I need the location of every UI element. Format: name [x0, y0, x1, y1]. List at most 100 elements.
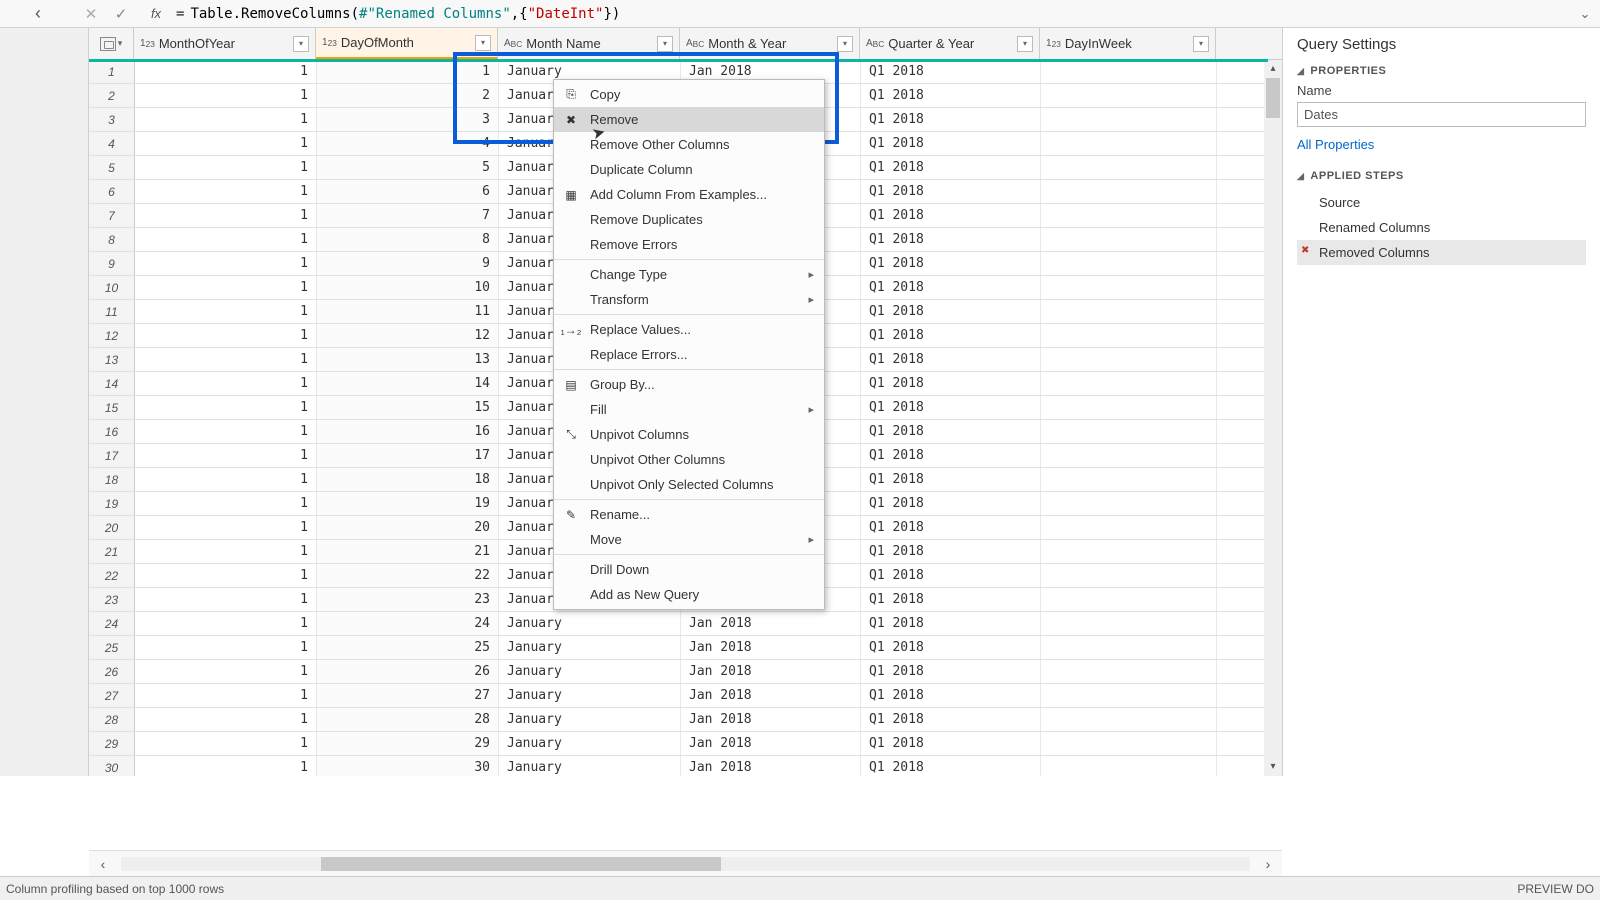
cell[interactable]: 1 — [135, 564, 317, 587]
cell[interactable]: 1 — [135, 444, 317, 467]
menu-item-move[interactable]: Move — [554, 527, 824, 552]
table-row[interactable]: 27127JanuaryJan 2018Q1 2018 — [89, 684, 1282, 708]
cell[interactable]: 22 — [317, 564, 499, 587]
cell[interactable] — [1041, 516, 1217, 539]
cell[interactable] — [1041, 684, 1217, 707]
cell[interactable]: Q1 2018 — [861, 708, 1041, 731]
cell[interactable]: 7 — [317, 204, 499, 227]
cell[interactable] — [1041, 588, 1217, 611]
cell[interactable] — [1041, 60, 1217, 83]
cell[interactable]: Q1 2018 — [861, 516, 1041, 539]
cell[interactable]: Q1 2018 — [861, 420, 1041, 443]
cell[interactable]: 1 — [135, 84, 317, 107]
menu-item-group-by-[interactable]: ▤Group By... — [554, 372, 824, 397]
scroll-thumb[interactable] — [1266, 78, 1280, 118]
cell[interactable]: 1 — [135, 588, 317, 611]
cell[interactable]: Q1 2018 — [861, 324, 1041, 347]
cell[interactable]: Q1 2018 — [861, 684, 1041, 707]
cell[interactable]: 1 — [135, 516, 317, 539]
column-header-monthyear[interactable]: ABC Month & Year ▾ — [680, 28, 860, 59]
table-corner[interactable]: ▾ — [89, 28, 134, 59]
cell[interactable]: Q1 2018 — [861, 60, 1041, 83]
cell[interactable]: 14 — [317, 372, 499, 395]
cell[interactable]: 1 — [135, 636, 317, 659]
cell[interactable]: Q1 2018 — [861, 660, 1041, 683]
cell[interactable]: January — [499, 660, 681, 683]
cell[interactable] — [1041, 324, 1217, 347]
cell[interactable]: 15 — [317, 396, 499, 419]
table-row[interactable]: 24124JanuaryJan 2018Q1 2018 — [89, 612, 1282, 636]
cell[interactable]: Q1 2018 — [861, 84, 1041, 107]
cell[interactable]: 1 — [135, 492, 317, 515]
cell[interactable]: 12 — [317, 324, 499, 347]
accept-formula-button[interactable]: ✓ — [106, 5, 136, 23]
menu-item-remove-duplicates[interactable]: Remove Duplicates — [554, 207, 824, 232]
cell[interactable]: 19 — [317, 492, 499, 515]
cell[interactable] — [1041, 612, 1217, 635]
cell[interactable]: 2 — [317, 84, 499, 107]
cell[interactable]: Q1 2018 — [861, 636, 1041, 659]
vertical-scrollbar[interactable]: ▴ ▾ — [1264, 60, 1282, 776]
cell[interactable]: 16 — [317, 420, 499, 443]
menu-item-add-column-from-examples-[interactable]: ▦Add Column From Examples... — [554, 182, 824, 207]
cell[interactable] — [1041, 444, 1217, 467]
table-row[interactable]: 28128JanuaryJan 2018Q1 2018 — [89, 708, 1282, 732]
cell[interactable]: January — [499, 636, 681, 659]
cell[interactable]: 17 — [317, 444, 499, 467]
cell[interactable] — [1041, 180, 1217, 203]
cell[interactable] — [1041, 636, 1217, 659]
all-properties-link[interactable]: All Properties — [1297, 137, 1586, 152]
cell[interactable]: Q1 2018 — [861, 564, 1041, 587]
cell[interactable]: Q1 2018 — [861, 276, 1041, 299]
cell[interactable]: 8 — [317, 228, 499, 251]
cell[interactable]: 21 — [317, 540, 499, 563]
cell[interactable] — [1041, 132, 1217, 155]
cell[interactable] — [1041, 708, 1217, 731]
cell[interactable]: Q1 2018 — [861, 588, 1041, 611]
cell[interactable]: Q1 2018 — [861, 540, 1041, 563]
cell[interactable]: 1 — [135, 732, 317, 755]
cell[interactable] — [1041, 300, 1217, 323]
cell[interactable] — [1041, 348, 1217, 371]
cell[interactable] — [1041, 84, 1217, 107]
cell[interactable]: 1 — [135, 156, 317, 179]
menu-item-remove-errors[interactable]: Remove Errors — [554, 232, 824, 257]
cell[interactable]: 1 — [317, 60, 499, 83]
cell[interactable] — [1041, 468, 1217, 491]
cell[interactable]: Q1 2018 — [861, 468, 1041, 491]
cell[interactable] — [1041, 660, 1217, 683]
cell[interactable]: Q1 2018 — [861, 180, 1041, 203]
menu-item-unpivot-only-selected-columns[interactable]: Unpivot Only Selected Columns — [554, 472, 824, 497]
menu-item-copy[interactable]: ⎘Copy — [554, 82, 824, 107]
cell[interactable]: 23 — [317, 588, 499, 611]
cell[interactable] — [1041, 276, 1217, 299]
cell[interactable]: 1 — [135, 348, 317, 371]
cell[interactable]: 28 — [317, 708, 499, 731]
cell[interactable] — [1041, 540, 1217, 563]
cell[interactable] — [1041, 372, 1217, 395]
cell[interactable] — [1041, 492, 1217, 515]
formula-input[interactable]: = Table.RemoveColumns(#"Renamed Columns"… — [176, 6, 1570, 22]
menu-item-rename-[interactable]: ✎Rename... — [554, 502, 824, 527]
cell[interactable]: Q1 2018 — [861, 444, 1041, 467]
cell[interactable] — [1041, 756, 1217, 776]
cell[interactable]: 1 — [135, 756, 317, 776]
table-row[interactable]: 25125JanuaryJan 2018Q1 2018 — [89, 636, 1282, 660]
column-header-monthname[interactable]: ABC Month Name ▾ — [498, 28, 680, 59]
cell[interactable]: Q1 2018 — [861, 492, 1041, 515]
filter-button[interactable]: ▾ — [1193, 36, 1209, 52]
cell[interactable]: 30 — [317, 756, 499, 776]
cell[interactable]: January — [499, 708, 681, 731]
cell[interactable]: Q1 2018 — [861, 612, 1041, 635]
cell[interactable]: Jan 2018 — [681, 732, 861, 755]
cell[interactable]: Q1 2018 — [861, 300, 1041, 323]
query-name-input[interactable] — [1297, 102, 1586, 127]
applied-step[interactable]: Removed Columns — [1297, 240, 1586, 265]
cell[interactable]: 1 — [135, 252, 317, 275]
cell[interactable]: Q1 2018 — [861, 108, 1041, 131]
scroll-down-button[interactable]: ▾ — [1264, 758, 1282, 776]
table-row[interactable]: 30130JanuaryJan 2018Q1 2018 — [89, 756, 1282, 776]
cell[interactable]: January — [499, 612, 681, 635]
properties-section[interactable]: PROPERTIES — [1297, 65, 1586, 77]
applied-step[interactable]: Renamed Columns — [1297, 215, 1586, 240]
